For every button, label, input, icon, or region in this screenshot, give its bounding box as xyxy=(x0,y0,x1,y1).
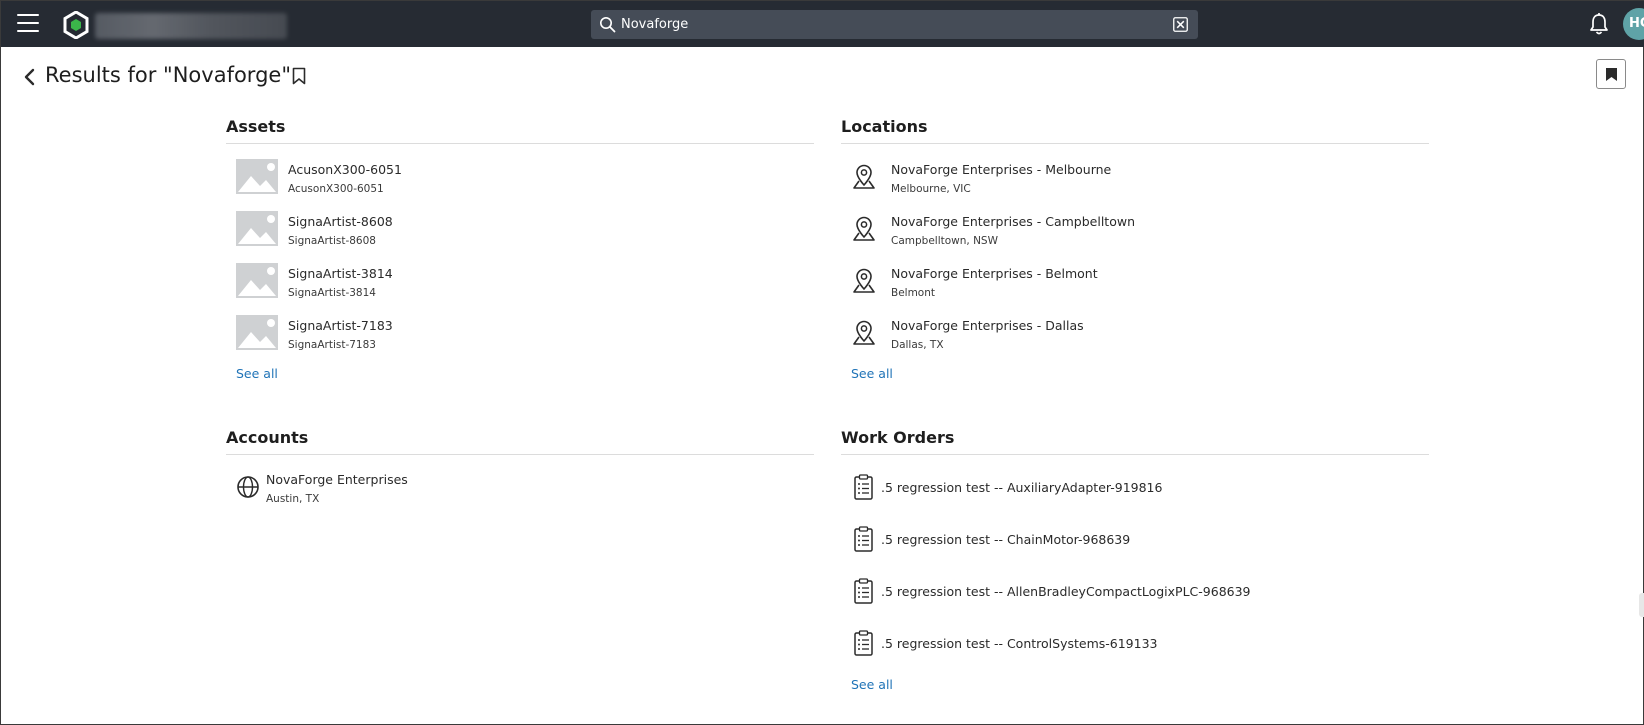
location-address: Melbourne, VIC xyxy=(891,183,971,195)
image-placeholder-icon xyxy=(236,315,278,350)
location-name: NovaForge Enterprises - Belmont xyxy=(891,266,1098,281)
clipboard-list-icon xyxy=(854,578,873,604)
asset-id: SignaArtist-8608 xyxy=(288,235,376,247)
location-name: NovaForge Enterprises - Campbelltown xyxy=(891,214,1136,229)
locations-see-all-link[interactable]: See all xyxy=(851,366,893,381)
account-location: Austin, TX xyxy=(266,493,320,505)
work-orders-heading: Work Orders xyxy=(841,426,1429,455)
assets-section: Assets AcusonX300-6051 AcusonX300-6051 S… xyxy=(226,115,814,385)
location-address: Dallas, TX xyxy=(891,339,944,351)
asset-name: SignaArtist-7183 xyxy=(288,318,393,333)
accounts-section: Accounts NovaForge Enterprises Austin, T… xyxy=(226,426,814,526)
location-name: NovaForge Enterprises - Dallas xyxy=(891,318,1084,333)
work-orders-section: Work Orders .5 regression test -- Auxili… xyxy=(841,426,1429,716)
asset-name: SignaArtist-8608 xyxy=(288,214,393,229)
locations-heading: Locations xyxy=(841,115,1429,144)
map-pin-icon xyxy=(853,268,875,293)
clipboard-list-icon xyxy=(854,474,873,500)
work-order-title: .5 regression test -- ControlSystems-619… xyxy=(881,636,1158,651)
account-name: NovaForge Enterprises xyxy=(266,472,408,487)
map-pin-icon xyxy=(853,320,875,345)
scrollbar-handle[interactable] xyxy=(1639,593,1644,617)
clipboard-list-icon xyxy=(854,630,873,656)
saved-searches-button[interactable] xyxy=(1596,59,1626,89)
location-address: Belmont xyxy=(891,287,936,299)
image-placeholder-icon xyxy=(236,211,278,246)
global-search-box[interactable] xyxy=(591,10,1198,39)
asset-id: SignaArtist-7183 xyxy=(288,339,376,351)
user-avatar[interactable]: HC xyxy=(1623,8,1644,40)
map-pin-icon xyxy=(853,164,875,189)
work-order-title: .5 regression test -- ChainMotor-968639 xyxy=(881,532,1131,547)
clear-search-icon[interactable] xyxy=(1173,17,1188,32)
asset-item[interactable]: SignaArtist-3814 SignaArtist-3814 xyxy=(236,263,796,303)
app-logo[interactable] xyxy=(63,11,89,39)
work-orders-see-all-link[interactable]: See all xyxy=(851,677,893,692)
work-order-title: .5 regression test -- AllenBradleyCompac… xyxy=(881,584,1251,599)
assets-see-all-link[interactable]: See all xyxy=(236,366,278,381)
asset-name: SignaArtist-3814 xyxy=(288,266,393,281)
clipboard-list-icon xyxy=(854,526,873,552)
map-pin-icon xyxy=(853,216,875,241)
work-order-item[interactable]: .5 regression test -- AuxiliaryAdapter-9… xyxy=(851,470,1411,510)
chevron-left-icon[interactable] xyxy=(23,67,37,87)
bookmark-icon[interactable] xyxy=(291,67,307,85)
hamburger-menu-icon[interactable] xyxy=(17,14,39,32)
search-icon xyxy=(600,17,616,33)
top-navigation-bar: HC xyxy=(1,1,1644,47)
location-item[interactable]: NovaForge Enterprises - Belmont Belmont xyxy=(851,263,1411,303)
bookmark-filled-icon xyxy=(1606,68,1617,81)
search-input[interactable] xyxy=(621,13,1161,36)
asset-id: AcusonX300-6051 xyxy=(288,183,384,195)
locations-section: Locations NovaForge Enterprises - Melbou… xyxy=(841,115,1429,385)
app-name-redacted xyxy=(95,13,287,39)
page-title: Results for "Novaforge" xyxy=(45,63,291,87)
assets-heading: Assets xyxy=(226,115,814,144)
asset-name: AcusonX300-6051 xyxy=(288,162,402,177)
asset-item[interactable]: SignaArtist-7183 SignaArtist-7183 xyxy=(236,315,796,355)
location-item[interactable]: NovaForge Enterprises - Dallas Dallas, T… xyxy=(851,315,1411,355)
asset-item[interactable]: AcusonX300-6051 AcusonX300-6051 xyxy=(236,159,796,199)
location-item[interactable]: NovaForge Enterprises - Melbourne Melbou… xyxy=(851,159,1411,199)
location-address: Campbelltown, NSW xyxy=(891,235,998,247)
image-placeholder-icon xyxy=(236,159,278,194)
asset-item[interactable]: SignaArtist-8608 SignaArtist-8608 xyxy=(236,211,796,251)
globe-icon xyxy=(237,476,259,498)
accounts-heading: Accounts xyxy=(226,426,814,455)
work-order-item[interactable]: .5 regression test -- AllenBradleyCompac… xyxy=(851,574,1411,614)
work-order-item[interactable]: .5 regression test -- ChainMotor-968639 xyxy=(851,522,1411,562)
bell-icon[interactable] xyxy=(1588,12,1610,36)
image-placeholder-icon xyxy=(236,263,278,298)
account-item[interactable]: NovaForge Enterprises Austin, TX xyxy=(236,469,796,509)
asset-id: SignaArtist-3814 xyxy=(288,287,376,299)
work-order-title: .5 regression test -- AuxiliaryAdapter-9… xyxy=(881,480,1163,495)
work-order-item[interactable]: .5 regression test -- ControlSystems-619… xyxy=(851,626,1411,666)
location-item[interactable]: NovaForge Enterprises - Campbelltown Cam… xyxy=(851,211,1411,251)
location-name: NovaForge Enterprises - Melbourne xyxy=(891,162,1112,177)
